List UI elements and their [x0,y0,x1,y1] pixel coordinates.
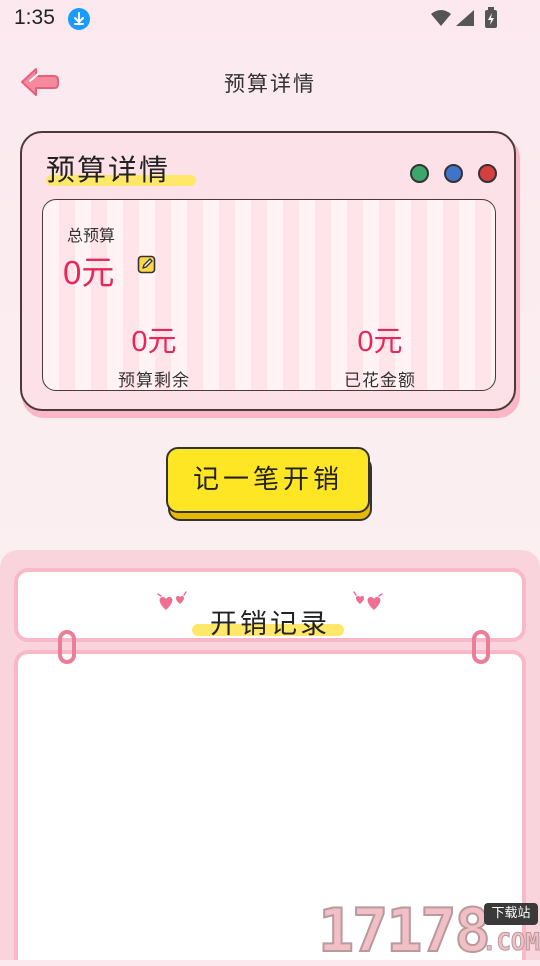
binder-ring-left-icon [58,630,76,664]
status-time: 1:35 [14,6,55,29]
total-budget-label: 总预算 [67,226,116,245]
page-title: 预算详情 [224,72,316,96]
wifi-icon [430,9,452,31]
spent-value: 0元 [357,326,403,358]
spent-stat: 0元 已花金额 [305,318,455,391]
records-title: 开销记录 [210,609,330,640]
green-dot-icon [410,164,429,183]
watermark-logo: 17178 [317,895,492,966]
signal-icon [455,9,475,31]
watermark-domain: .COM [482,928,540,957]
binder-ring-right-icon [472,630,490,664]
watermark-badge: 下载站 [484,903,538,925]
status-bar: 1:35 [0,0,540,40]
budget-card: 预算详情 总预算 0元 0元 预算剩余 0元 已花金额 [20,131,516,411]
add-expense-button[interactable]: 记一笔开销 [166,447,370,513]
blue-dot-icon [444,164,463,183]
total-budget-value: 0元 [63,254,115,291]
card-title: 预算详情 [46,153,171,187]
download-icon [68,8,90,30]
remaining-value: 0元 [131,326,177,358]
edit-icon[interactable] [137,254,157,274]
battery-icon [484,7,498,33]
remaining-label: 预算剩余 [118,371,190,391]
watermark-number: 17178 [317,895,492,966]
remaining-stat: 0元 预算剩余 [79,318,229,391]
spent-label: 已花金额 [344,371,416,391]
red-dot-icon [478,164,497,183]
card-title-wrap: 预算详情 [46,147,196,189]
budget-summary-box: 总预算 0元 0元 预算剩余 0元 已花金额 [42,199,496,391]
